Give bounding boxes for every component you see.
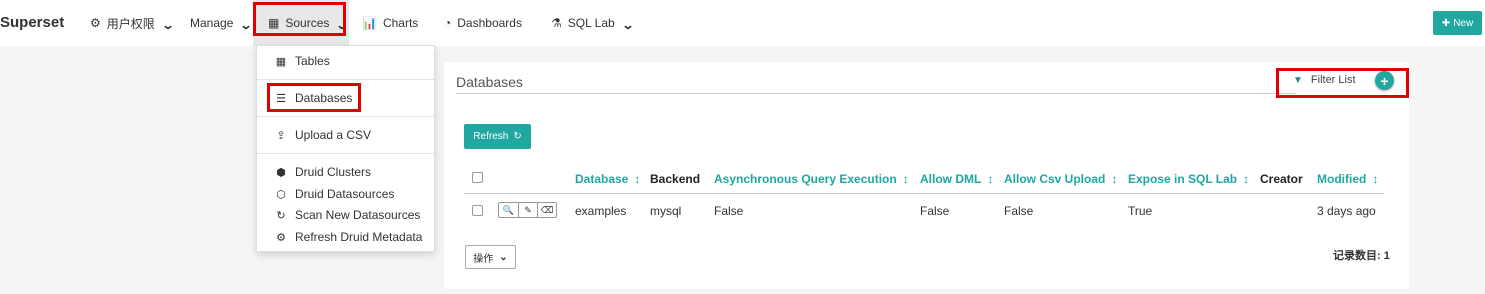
sort-icon: ↕ [1372,172,1379,186]
sources-dropdown-menu: ▦ Tables ☰ Databases ⇪ Upload a CSV ⬢ Dr… [256,45,435,252]
nav-label: SQL Lab [567,16,615,30]
select-all-checkbox[interactable] [472,172,483,183]
dashboard-icon: ◔ [444,16,452,30]
menu-item-druid-datasources[interactable]: ⬡ Druid Datasources [257,184,434,204]
menu-item-upload-csv[interactable]: ⇪ Upload a CSV [257,125,434,145]
cell-expose-sqllab: True [1128,204,1153,218]
column-header-backend: Backend [650,172,701,186]
refresh-icon: ↻ [513,131,522,142]
highlight-box-sources [253,2,346,36]
menu-item-tables[interactable]: ▦ Tables [257,51,434,71]
plus-icon: ✚ [1441,17,1451,29]
column-header-modified[interactable]: Modified ↕ [1317,172,1378,186]
sort-icon: ↕ [1111,172,1118,186]
sort-icon: ↕ [987,172,994,186]
highlight-box-filter [1276,68,1409,98]
search-icon[interactable]: 🔍 [499,203,518,217]
column-header-async[interactable]: Asynchronous Query Execution ↕ [714,172,909,186]
table-icon: ▦ [275,55,287,68]
menu-divider [257,116,434,117]
cubes-icon: ⬢ [276,166,286,179]
new-button[interactable]: ✚ New [1433,11,1482,35]
nav-label: Manage [190,16,234,30]
sort-icon: ↕ [634,172,641,186]
menu-item-refresh-druid-metadata[interactable]: ⚙ Refresh Druid Metadata [257,227,434,247]
column-header-database[interactable]: Database ↕ [575,172,640,186]
nav-label: Charts [382,16,419,30]
edit-icon[interactable]: ✎ [518,203,537,217]
nav-label: 用户权限 [106,16,155,31]
column-header-allow-dml[interactable]: Allow DML ↕ [920,172,993,186]
record-count: 记录数目: 1 [1333,250,1390,262]
nav-user-permissions[interactable]: ⚙ 用户权限 ⌄ [90,0,175,46]
chevron-down-icon: ⌄ [499,251,508,263]
chevron-down-icon: ⌄ [621,17,635,32]
refresh-button[interactable]: Refresh ↻ [464,124,531,149]
flask-icon: ⚗ [551,16,562,30]
menu-divider [257,79,434,80]
brand-logo[interactable]: Superset [0,14,64,31]
cell-database[interactable]: examples [575,204,626,218]
column-header-allow-csv[interactable]: Allow Csv Upload ↕ [1004,172,1117,186]
highlight-box-databases [267,83,361,112]
top-navbar: Superset ⚙ 用户权限 ⌄ Manage ⌄ ▦ Sources ⌄ 📊… [0,0,1485,46]
row-checkbox[interactable] [472,205,483,216]
nav-charts[interactable]: 📊 Charts [362,0,418,46]
bar-chart-icon: 📊 [362,16,377,30]
column-header-expose-sqllab[interactable]: Expose in SQL Lab ↕ [1128,172,1249,186]
menu-item-scan-datasources[interactable]: ↻ Scan New Datasources [257,205,434,225]
cube-icon: ⬡ [276,188,286,201]
sort-icon: ↕ [1243,172,1250,186]
databases-panel: Databases ▼ Filter List + Refresh ↻ Data… [444,62,1409,289]
page-title: Databases [456,74,523,90]
cell-modified: 3 days ago [1317,204,1376,218]
chevron-down-icon: ⌄ [239,17,253,32]
cell-backend: mysql [650,204,682,218]
column-header-creator: Creator [1260,172,1303,186]
cell-allow-csv: False [1004,204,1034,218]
cell-async: False [714,204,744,218]
cell-allow-dml: False [920,204,950,218]
table-header-divider [464,193,1384,194]
refresh-icon: ↻ [276,209,286,222]
chevron-down-icon: ⌄ [161,17,175,32]
eraser-icon[interactable]: ⌫ [537,203,556,217]
cogs-icon: ⚙ [90,16,101,30]
menu-divider [257,153,434,154]
upload-icon: ⇪ [276,129,286,142]
actions-dropdown-button[interactable]: 操作 ⌄ [465,245,516,269]
nav-dashboards[interactable]: ◔ Dashboards [444,0,522,46]
row-actions: 🔍 ✎ ⌫ [498,202,557,218]
title-divider [456,93,1296,94]
sort-icon: ↕ [902,172,909,186]
menu-item-druid-clusters[interactable]: ⬢ Druid Clusters [257,162,434,182]
nav-label: Dashboards [457,16,522,30]
cog-icon: ⚙ [276,231,286,244]
nav-manage[interactable]: Manage ⌄ [190,0,253,46]
nav-sql-lab[interactable]: ⚗ SQL Lab ⌄ [551,0,635,46]
